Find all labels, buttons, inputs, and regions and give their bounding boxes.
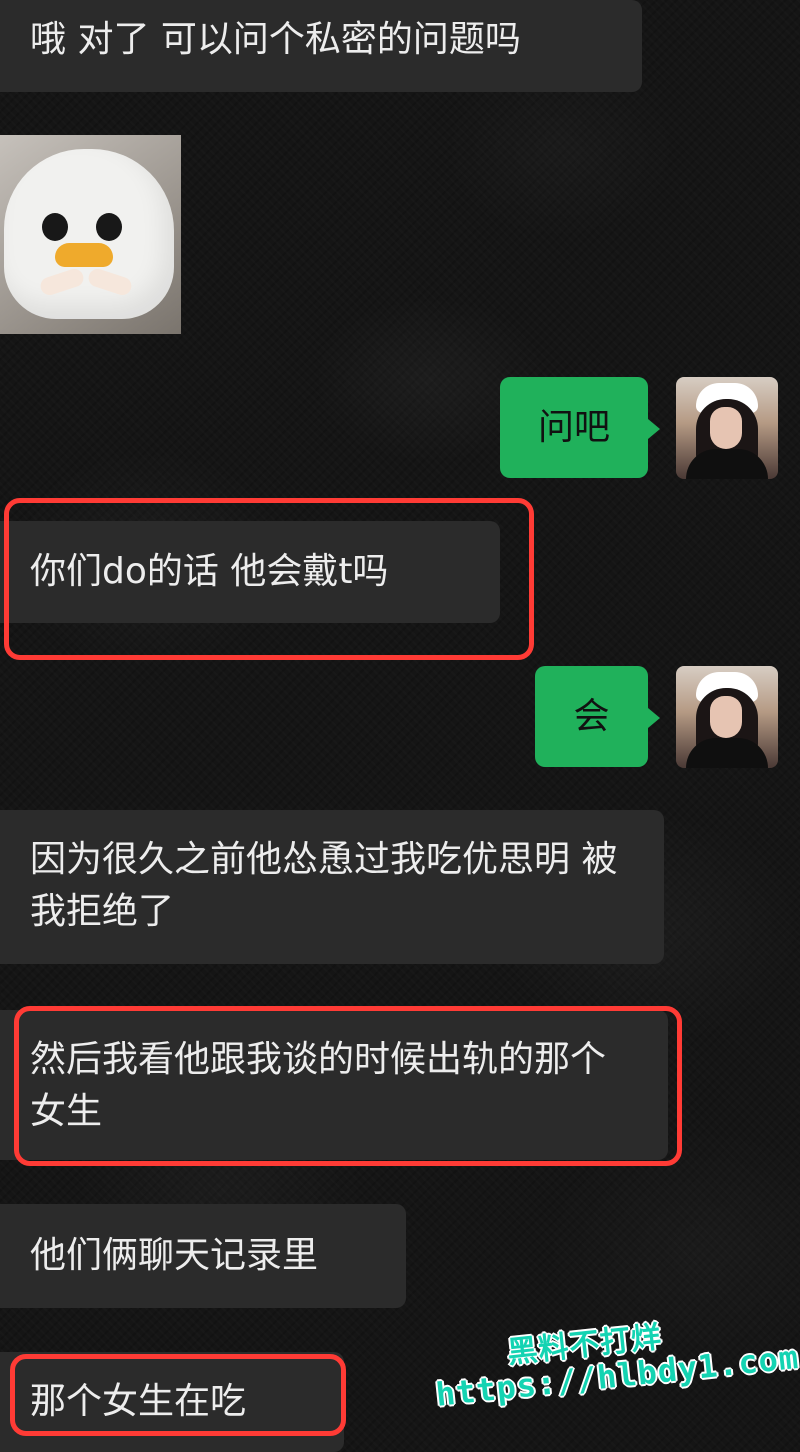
outgoing-message: 问吧	[500, 377, 660, 478]
incoming-message-highlighted: 然后我看他跟我谈的时候出轨的那个女生	[0, 1010, 668, 1160]
message-text: 会	[573, 696, 610, 737]
incoming-message: 因为很久之前他怂恿过我吃优思明 被我拒绝了	[0, 810, 664, 964]
incoming-message: 他们俩聊天记录里	[0, 1204, 406, 1308]
incoming-message: 哦 对了 可以问个私密的问题吗	[0, 0, 642, 92]
duck-body	[4, 149, 174, 319]
incoming-message-highlighted: 你们do的话 他会戴t吗	[0, 521, 500, 623]
message-text: 他们俩聊天记录里	[30, 1235, 319, 1276]
avatar-face	[710, 407, 742, 449]
message-text: 然后我看他跟我谈的时候出轨的那个女生	[30, 1039, 607, 1132]
message-text: 因为很久之前他怂恿过我吃优思明 被我拒绝了	[30, 839, 618, 932]
duck-beak	[55, 243, 113, 267]
message-text: 那个女生在吃	[30, 1381, 247, 1422]
duck-sticker[interactable]	[0, 135, 181, 334]
chat-screen: 哦 对了 可以问个私密的问题吗 问吧 你们do的话 他会戴t吗 会 因为很久之前…	[0, 0, 800, 1452]
message-text: 你们do的话 他会戴t吗	[30, 551, 389, 592]
duck-eye-right	[96, 213, 122, 241]
message-text: 哦 对了 可以问个私密的问题吗	[30, 19, 521, 60]
message-text: 问吧	[537, 407, 610, 448]
duck-eye-left	[42, 213, 68, 241]
avatar[interactable]	[676, 377, 778, 479]
outgoing-message: 会	[535, 666, 660, 767]
incoming-message-highlighted: 那个女生在吃	[0, 1352, 344, 1452]
avatar[interactable]	[676, 666, 778, 768]
avatar-face	[710, 696, 742, 738]
